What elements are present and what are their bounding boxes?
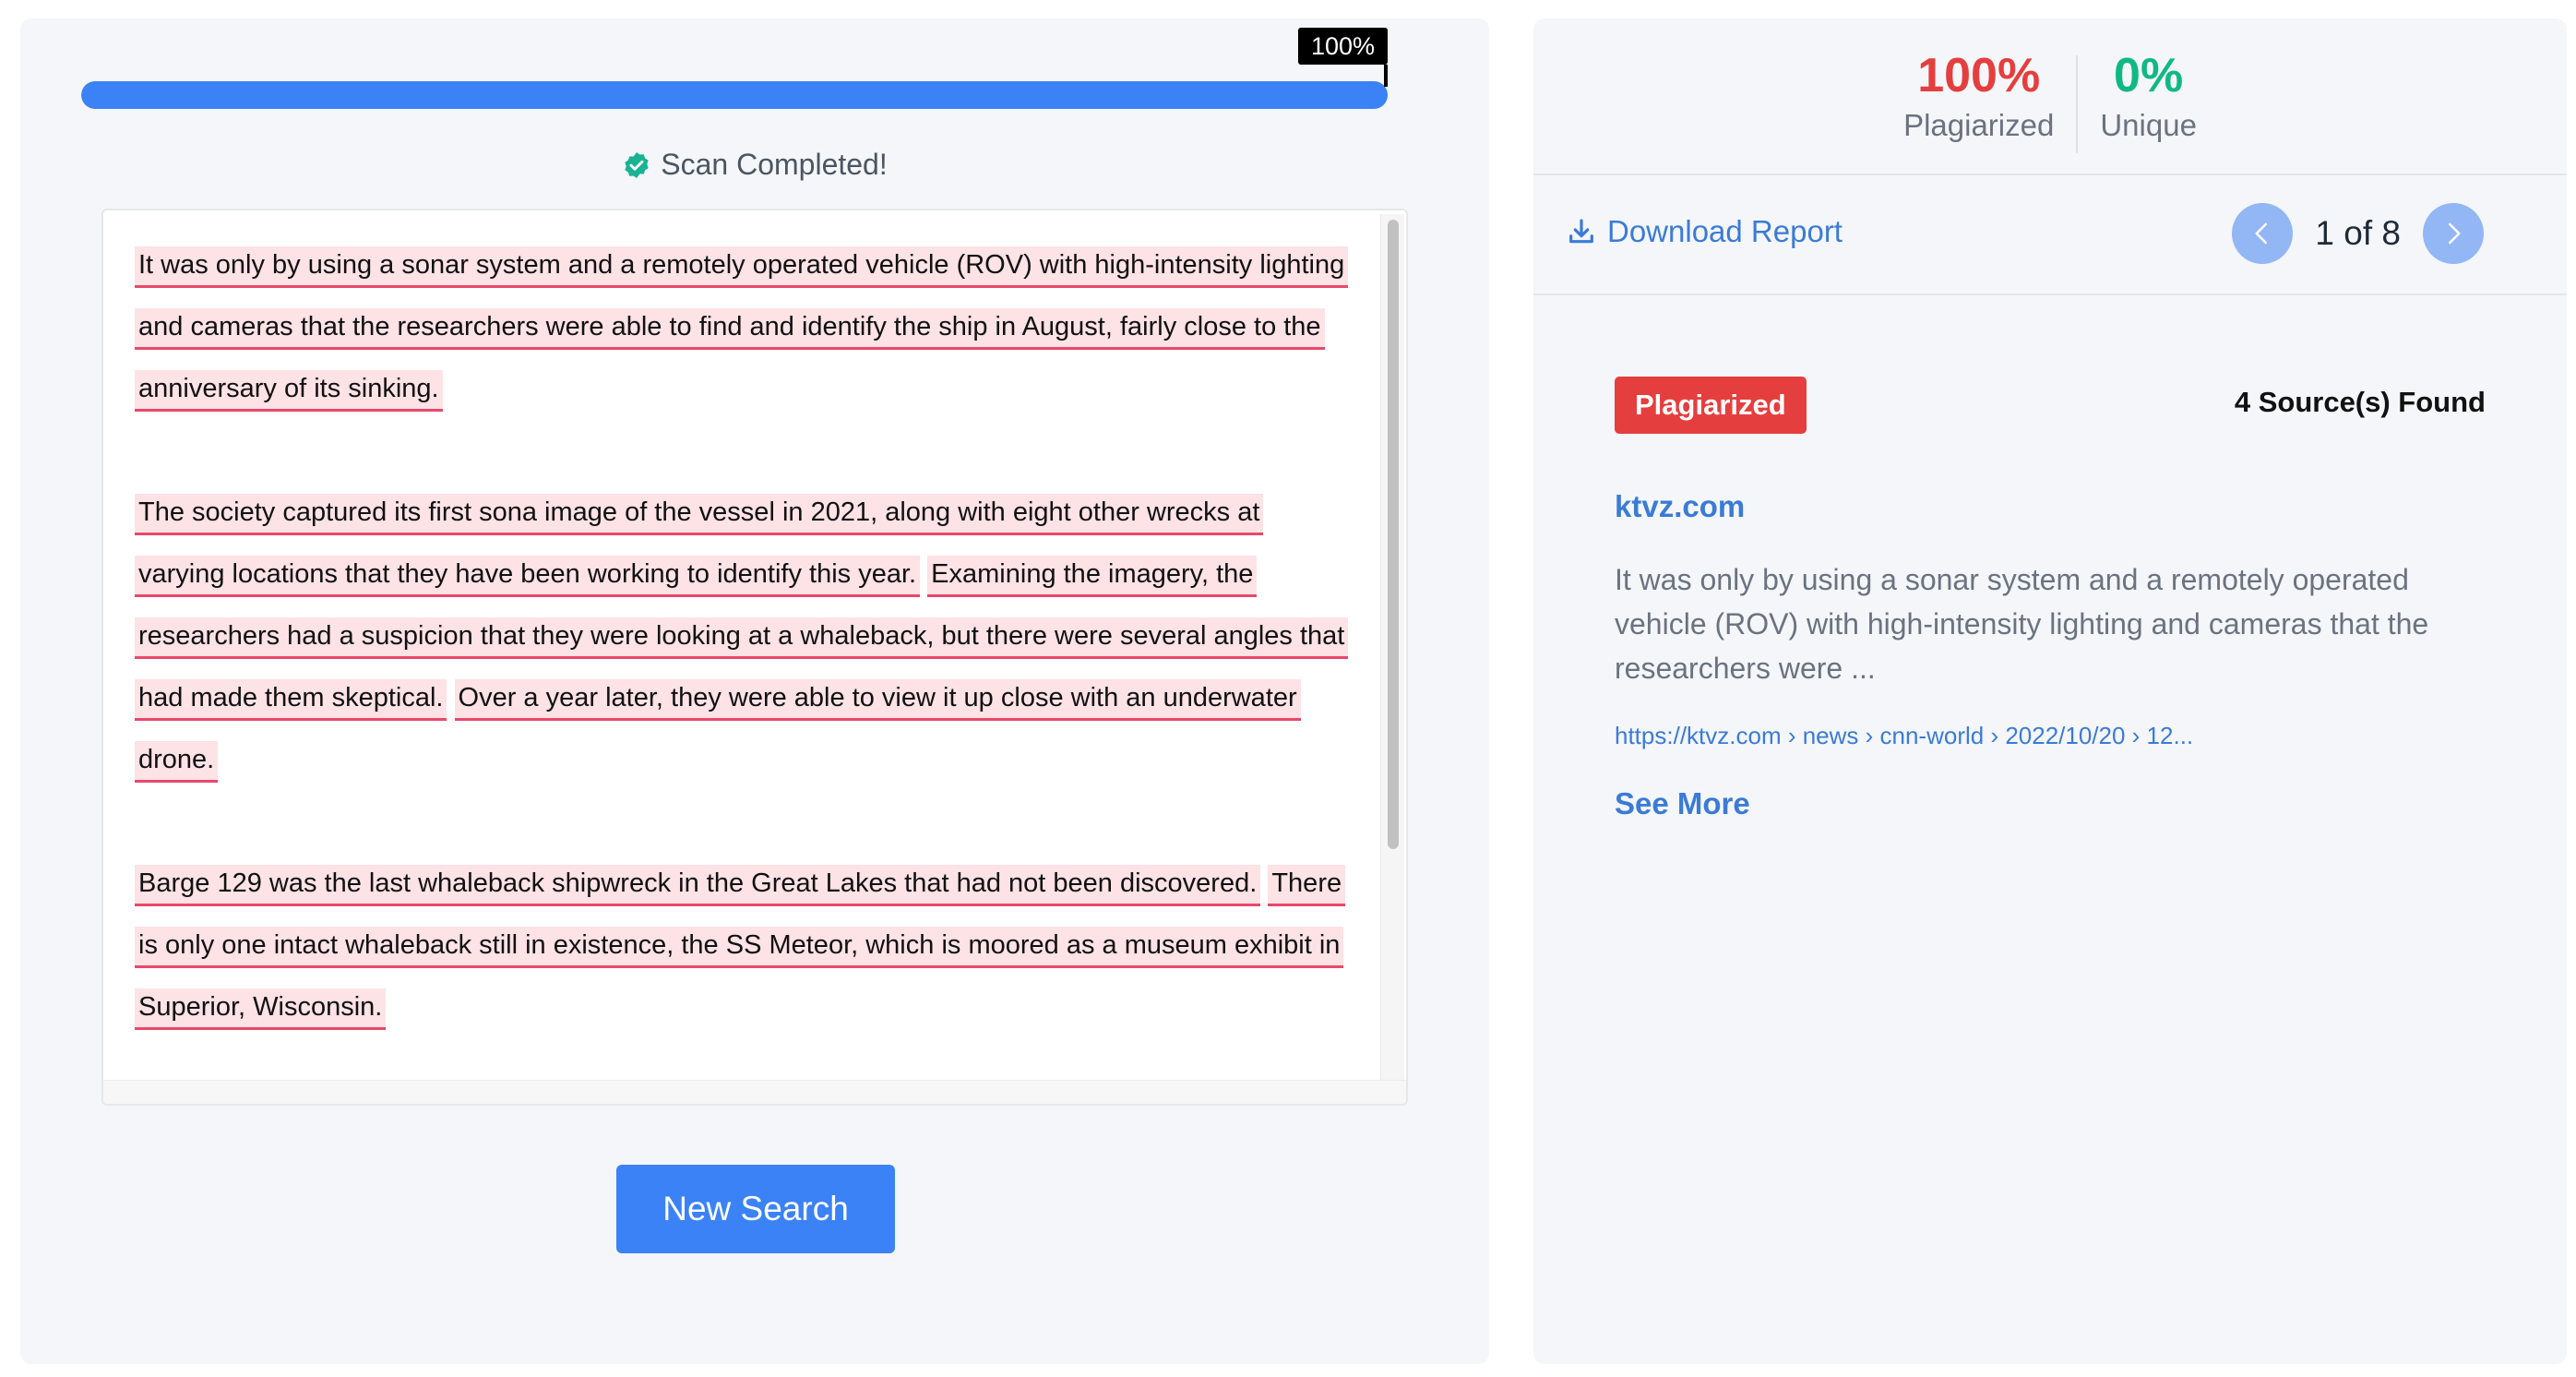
- next-source-button[interactable]: [2423, 203, 2484, 264]
- download-report-link[interactable]: Download Report: [1567, 214, 1843, 249]
- paragraph: Barge 129 was the last whaleback shipwre…: [135, 853, 1353, 1038]
- download-icon: [1569, 219, 1593, 244]
- results-panel: 100% Plagiarized 0% Unique Download Repo…: [1533, 18, 2567, 1364]
- divider: [1533, 174, 2567, 175]
- check-circle-icon: [625, 151, 649, 178]
- unique-stat: 0% Unique: [2078, 46, 2219, 166]
- plagiarized-label: Plagiarized: [1903, 108, 2055, 142]
- score-summary: 100% Plagiarized 0% Unique: [1533, 46, 2567, 166]
- chevron-right-icon: [2449, 222, 2461, 245]
- sources-found-count: 4 Source(s) Found: [2234, 386, 2486, 418]
- download-report-label: Download Report: [1607, 214, 1843, 248]
- source-snippet: It was only by using a sonar system and …: [1615, 563, 2429, 685]
- progress-badge-pointer: [1384, 65, 1388, 87]
- scan-status: Scan Completed!: [20, 148, 1489, 182]
- scanned-text-box[interactable]: It was only by using a sonar system and …: [101, 209, 1408, 1106]
- pager-position: 1 of 8: [2315, 214, 2401, 252]
- unique-percent: 0%: [2114, 49, 2184, 102]
- progress-fill: [81, 81, 1388, 109]
- source-domain-link[interactable]: ktvz.com: [1615, 489, 1745, 524]
- scan-status-text: Scan Completed!: [661, 148, 888, 181]
- paragraph: It was only by using a sonar system and …: [135, 234, 1353, 420]
- vertical-scrollbar[interactable]: [1380, 214, 1404, 1098]
- progress-track: [81, 81, 1388, 109]
- new-search-button[interactable]: New Search: [616, 1165, 895, 1253]
- divider: [1533, 293, 2567, 295]
- scrollbar-thumb[interactable]: [1388, 220, 1399, 849]
- plagiarized-stat: 100% Plagiarized: [1881, 46, 2076, 166]
- source-pager: 1 of 8: [2232, 203, 2484, 264]
- horizontal-scrollbar[interactable]: [103, 1080, 1406, 1104]
- source-url-link[interactable]: https://ktvz.com › news › cnn-world › 20…: [1615, 722, 2193, 750]
- see-more-link[interactable]: See More: [1615, 786, 1750, 821]
- chevron-left-icon: [2255, 222, 2268, 245]
- plagiarized-percent: 100%: [1917, 49, 2041, 102]
- plagiarized-badge: Plagiarized: [1615, 377, 1807, 434]
- progress-percent-badge: 100%: [1297, 28, 1388, 65]
- scanned-text: It was only by using a sonar system and …: [135, 234, 1353, 1100]
- plagiarized-segment[interactable]: Barge 129 was the last whaleback shipwre…: [135, 865, 1261, 906]
- scan-progress: 100%: [81, 28, 1388, 109]
- paragraph: The society captured its first sona imag…: [135, 482, 1353, 791]
- unique-label: Unique: [2100, 108, 2197, 142]
- plagiarized-segment[interactable]: It was only by using a sonar system and …: [135, 246, 1349, 412]
- previous-source-button[interactable]: [2232, 203, 2294, 264]
